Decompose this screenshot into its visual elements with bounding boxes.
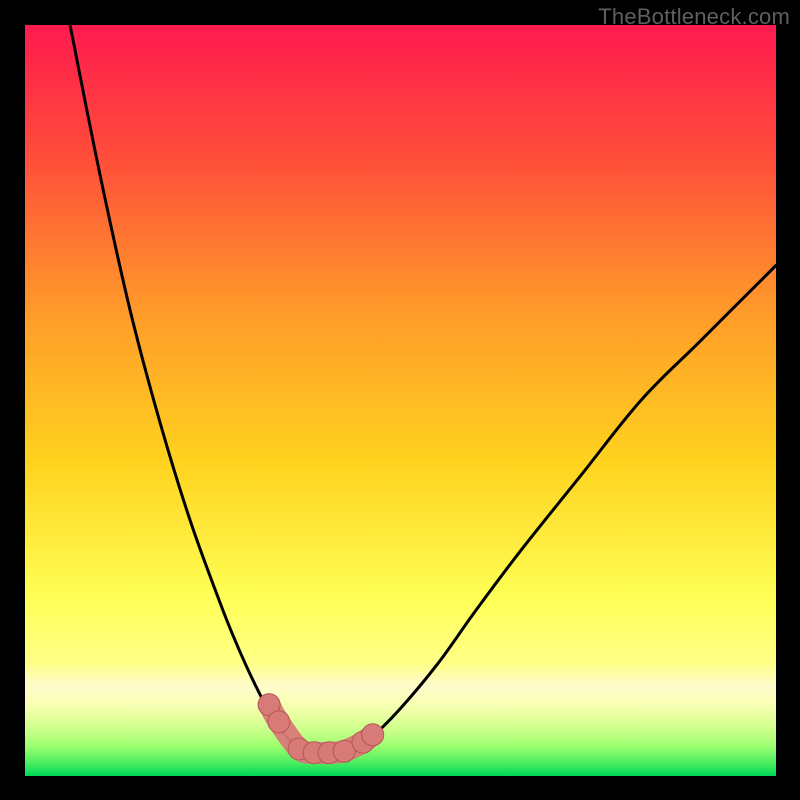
bottleneck-curve [25, 25, 776, 776]
bottleneck-line [70, 25, 776, 754]
plot-area [25, 25, 776, 776]
optimal-marker [268, 711, 290, 733]
chart-frame: TheBottleneck.com [0, 0, 800, 800]
optimal-marker [362, 724, 384, 746]
